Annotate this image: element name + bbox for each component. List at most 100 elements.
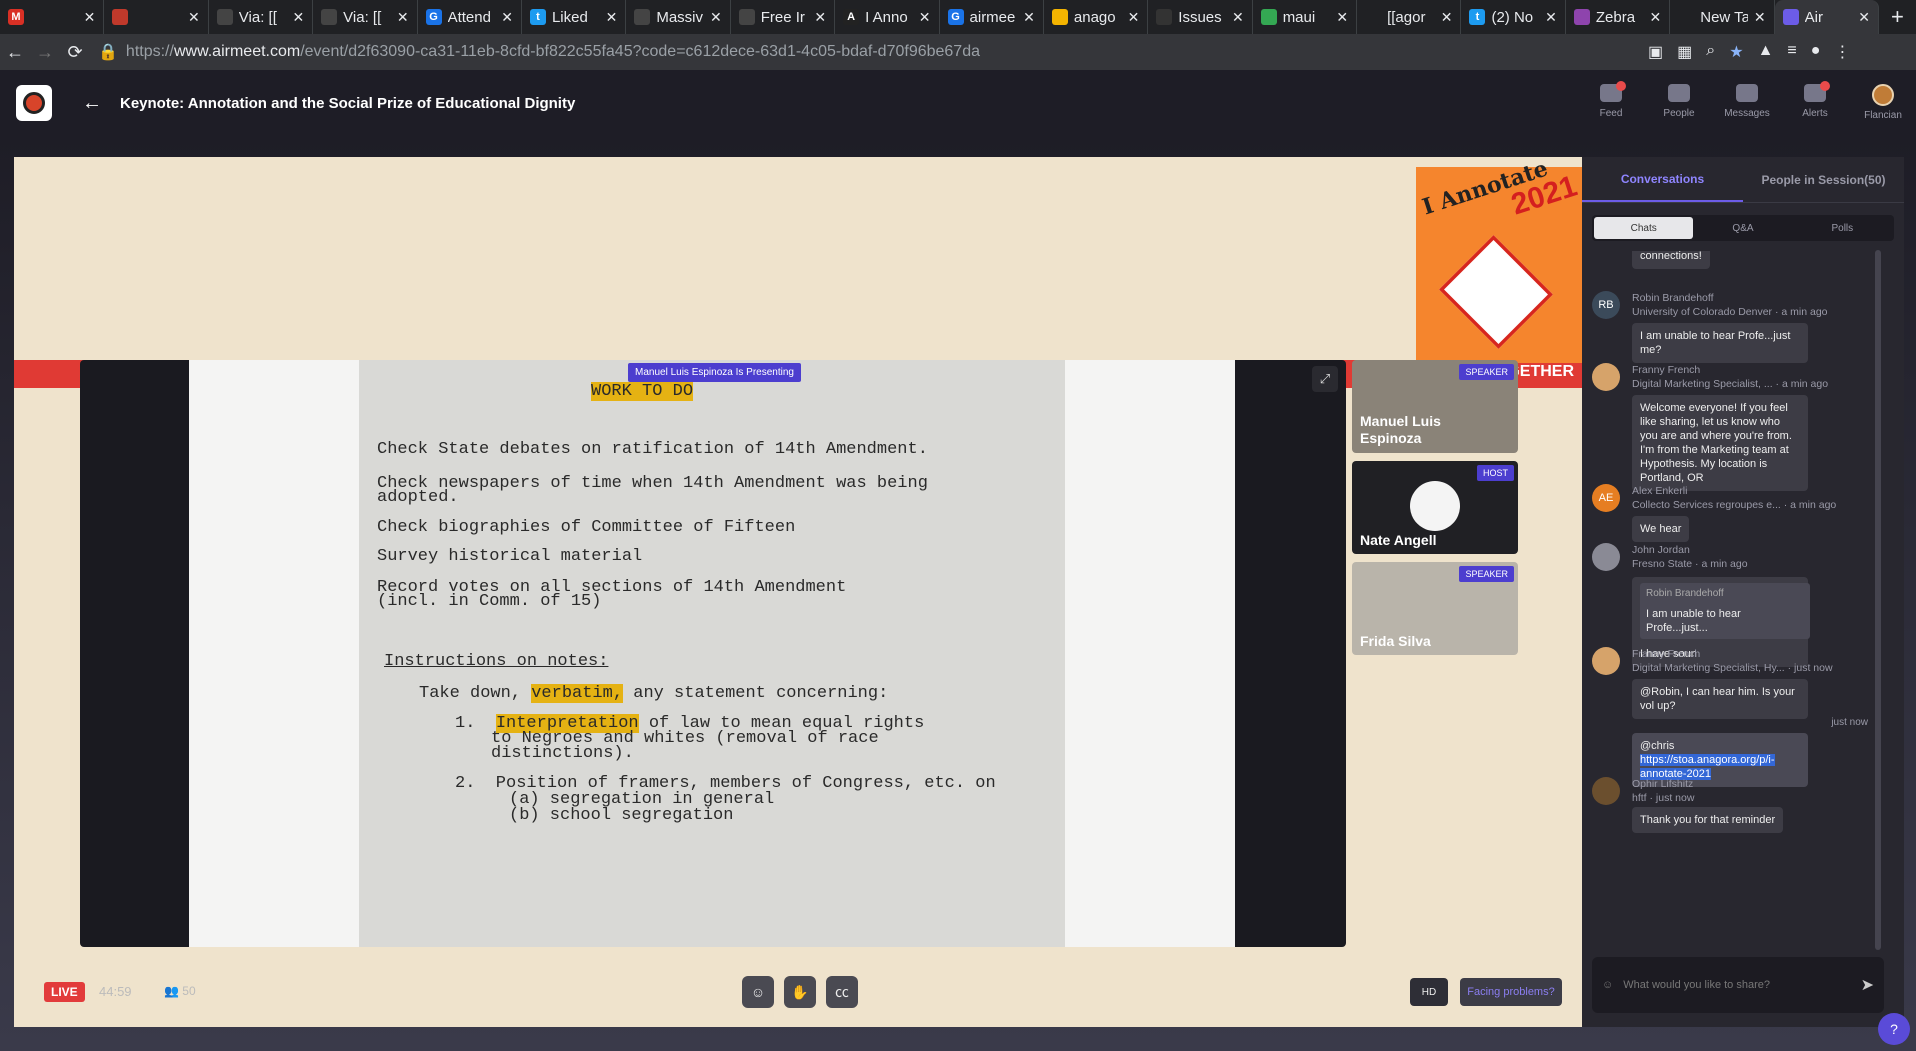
- tab-label: Via: [[: [238, 8, 277, 26]
- chat-input[interactable]: ☺ What would you like to share? ➤: [1592, 957, 1884, 1013]
- browser-tab[interactable]: G Attend ✕: [418, 0, 522, 34]
- new-tab-button[interactable]: +: [1879, 4, 1916, 30]
- tab-close-icon[interactable]: ✕: [1336, 9, 1348, 26]
- browser-tab[interactable]: maui ✕: [1253, 0, 1358, 34]
- send-icon[interactable]: ➤: [1861, 975, 1874, 995]
- tab-close-icon[interactable]: ✕: [1754, 9, 1766, 26]
- tab-close-icon[interactable]: ✕: [606, 9, 618, 26]
- header-nav-alerts[interactable]: Alerts: [1792, 81, 1838, 121]
- chat-scrollbar[interactable]: [1875, 250, 1881, 950]
- message-time: just now: [1831, 717, 1868, 728]
- browser-tab[interactable]: Massiv ✕: [626, 0, 731, 34]
- facing-problems-button[interactable]: Facing problems?: [1460, 978, 1562, 1006]
- tab-close-icon[interactable]: ✕: [501, 9, 513, 26]
- browser-tab[interactable]: Via: [[✕: [313, 0, 418, 34]
- forward-arrow-icon[interactable]: →: [30, 42, 60, 63]
- browser-tab[interactable]: New Tab ✕: [1670, 0, 1775, 34]
- header-nav-feed[interactable]: Feed: [1588, 81, 1634, 121]
- raise-hand-icon[interactable]: ✋: [784, 976, 816, 1008]
- back-arrow-icon[interactable]: ←: [82, 92, 102, 115]
- browser-tab[interactable]: t Liked ✕: [522, 0, 627, 34]
- reaction-icon[interactable]: ☺: [742, 976, 774, 1008]
- help-icon[interactable]: ?: [1878, 1013, 1910, 1045]
- segment-qa[interactable]: Q&A: [1693, 217, 1792, 239]
- tab-close-icon[interactable]: ✕: [188, 9, 200, 26]
- tab-close-icon[interactable]: ✕: [1545, 9, 1557, 26]
- emoji-icon[interactable]: ☺: [1602, 979, 1613, 991]
- tab-close-icon[interactable]: ✕: [397, 9, 409, 26]
- tab-favicon-icon: A: [843, 9, 860, 25]
- profile-icon[interactable]: ●: [1811, 42, 1821, 62]
- notification-dot: [1616, 81, 1626, 91]
- presenting-label: Manuel Luis Espinoza Is Presenting: [628, 363, 801, 382]
- sender-name[interactable]: Franny French: [1632, 363, 1828, 377]
- sender-name[interactable]: Ophir Lifshitz: [1632, 777, 1694, 791]
- participant-tile[interactable]: HOST Nate Angell: [1352, 461, 1518, 554]
- tab-close-icon[interactable]: ✕: [1858, 9, 1870, 26]
- tab-favicon-icon: [1156, 9, 1173, 25]
- browser-tab[interactable]: t (2) No ✕: [1461, 0, 1566, 34]
- browser-tab[interactable]: Air ✕: [1774, 0, 1880, 34]
- tab-people-in-session[interactable]: People in Session(50): [1743, 157, 1904, 202]
- browser-tab[interactable]: Gairmee ✕: [940, 0, 1044, 34]
- sender-name[interactable]: Franny French: [1632, 647, 1833, 661]
- tab-conversations[interactable]: Conversations: [1582, 157, 1743, 202]
- browser-tab[interactable]: A I Anno ✕: [835, 0, 940, 34]
- tab-close-icon[interactable]: ✕: [919, 9, 931, 26]
- people-icon: [1668, 84, 1690, 102]
- tab-close-icon[interactable]: ✕: [1023, 9, 1035, 26]
- chat-feed[interactable]: connections! RB Robin Brandehoff University…: [1592, 251, 1882, 941]
- tab-label: Air: [1804, 8, 1823, 26]
- message-text: @Robin, I can hear him. Is your vol up?: [1640, 686, 1795, 712]
- tab-close-icon[interactable]: ✕: [1232, 9, 1244, 26]
- browser-tab[interactable]: Via: [[ ✕: [209, 0, 314, 34]
- menu-dots-icon[interactable]: ⋮: [1834, 42, 1850, 62]
- quoted-reply[interactable]: Robin Brandehoff I am unable to hear Prof…: [1640, 583, 1810, 639]
- tab-close-icon[interactable]: ✕: [84, 9, 96, 26]
- event-logo[interactable]: [16, 85, 52, 121]
- tab-close-icon[interactable]: ✕: [710, 9, 722, 26]
- participant-tile[interactable]: SPEAKER Manuel Luis Espinoza: [1352, 360, 1518, 453]
- qr-icon[interactable]: ▦: [1677, 42, 1692, 62]
- quality-selector[interactable]: HD: [1410, 978, 1448, 1006]
- browser-tab[interactable]: [[agor ✕: [1357, 0, 1462, 34]
- camera-icon[interactable]: ▣: [1648, 42, 1663, 62]
- session-timer: 44:59: [99, 984, 132, 999]
- sender-name[interactable]: Robin Brandehoff: [1632, 291, 1828, 305]
- captions-icon[interactable]: ㏄: [826, 976, 858, 1008]
- sender-name[interactable]: Alex Enkerli: [1632, 484, 1836, 498]
- browser-tab[interactable]: anago ✕: [1044, 0, 1149, 34]
- browser-tab[interactable]: ✕: [104, 0, 209, 34]
- tab-close-icon[interactable]: ✕: [1128, 9, 1140, 26]
- back-arrow-icon[interactable]: ←: [0, 42, 30, 63]
- message-text: connections!: [1640, 251, 1702, 262]
- tab-favicon-icon: [738, 9, 755, 25]
- browser-tab[interactable]: M ✕: [0, 0, 105, 34]
- participant-tile[interactable]: SPEAKER Frida Silva: [1352, 562, 1518, 655]
- bookmark-star-icon[interactable]: ★: [1729, 42, 1743, 62]
- extension-icon[interactable]: ▲: [1758, 42, 1774, 62]
- zoom-icon[interactable]: ⌕: [1706, 42, 1715, 62]
- screen-share: WORK TO DO Check State debates on ratifi…: [80, 360, 1346, 947]
- header-nav-messages[interactable]: Messages: [1724, 84, 1770, 121]
- message-bubble: We hear: [1632, 516, 1690, 542]
- sender-name[interactable]: John Jordan: [1632, 543, 1748, 557]
- browser-tab[interactable]: Zebra ✕: [1566, 0, 1671, 34]
- segment-polls[interactable]: Polls: [1793, 217, 1892, 239]
- role-badge: SPEAKER: [1459, 364, 1514, 380]
- tab-close-icon[interactable]: ✕: [814, 9, 826, 26]
- segment-chats[interactable]: Chats: [1594, 217, 1694, 239]
- reload-icon[interactable]: ⟳: [60, 42, 90, 63]
- address-bar[interactable]: 🔒 https://www.airmeet.com/event/d2f63090…: [98, 38, 1598, 66]
- header-nav-people[interactable]: People: [1656, 84, 1702, 121]
- tab-close-icon[interactable]: ✕: [1650, 9, 1662, 26]
- browser-tab[interactable]: Issues ✕: [1148, 0, 1253, 34]
- fullscreen-icon[interactable]: ⤢: [1312, 366, 1338, 392]
- avatar: [1592, 363, 1620, 391]
- header-nav-flancian[interactable]: Flancian: [1860, 84, 1906, 121]
- conversation-panel: Conversations People in Session(50) Chat…: [1582, 157, 1904, 1027]
- tab-close-icon[interactable]: ✕: [1441, 9, 1453, 26]
- tab-close-icon[interactable]: ✕: [292, 9, 304, 26]
- playlist-icon[interactable]: ≡: [1787, 42, 1796, 62]
- browser-tab[interactable]: Free Ir ✕: [731, 0, 836, 34]
